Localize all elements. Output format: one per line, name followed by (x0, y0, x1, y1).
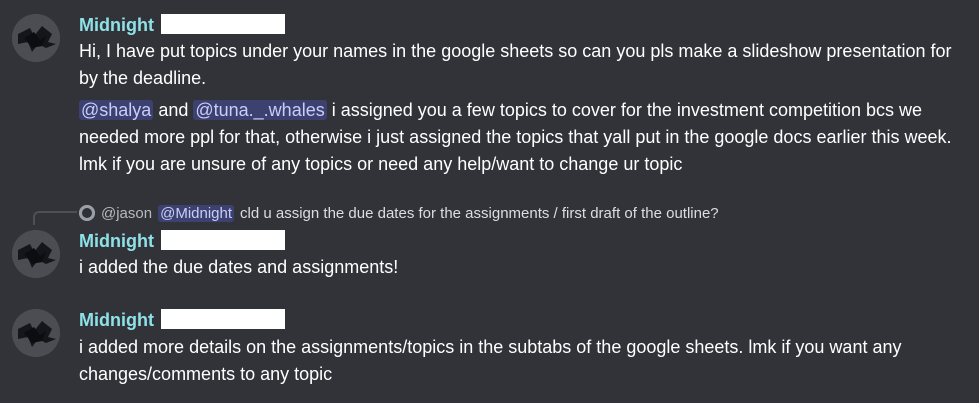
reply-avatar (79, 205, 95, 221)
message-text: i added the due dates and assignments! (79, 257, 399, 277)
avatar[interactable] (12, 14, 60, 62)
reply-text: cld u assign the due dates for the assig… (240, 204, 719, 222)
redacted-timestamp (161, 14, 285, 34)
message-fragment: and (153, 100, 194, 120)
username[interactable]: Midnight (79, 14, 154, 36)
user-mention[interactable]: @shalya (79, 100, 154, 120)
reply-connector (33, 211, 77, 225)
redacted-timestamp (161, 230, 285, 250)
reply-mention[interactable]: @Midnight (158, 204, 235, 222)
message-text: @shalya and @tuna._.whales i assigned yo… (79, 97, 959, 178)
username[interactable]: Midnight (79, 230, 154, 252)
message-text: Hi, I have put topics under your names i… (79, 38, 959, 92)
reply-preview[interactable]: @jason @Midnight cld u assign the due da… (79, 202, 719, 224)
message-text: i added more details on the assignments/… (79, 337, 902, 384)
redacted-timestamp (161, 309, 285, 329)
message-paragraph: Hi, I have put topics under your names i… (79, 41, 952, 88)
user-mention[interactable]: @tuna._.whales (193, 100, 327, 120)
reply-author[interactable]: @jason (101, 205, 152, 222)
username[interactable]: Midnight (79, 309, 154, 331)
avatar[interactable] (12, 309, 60, 357)
avatar[interactable] (12, 230, 60, 278)
